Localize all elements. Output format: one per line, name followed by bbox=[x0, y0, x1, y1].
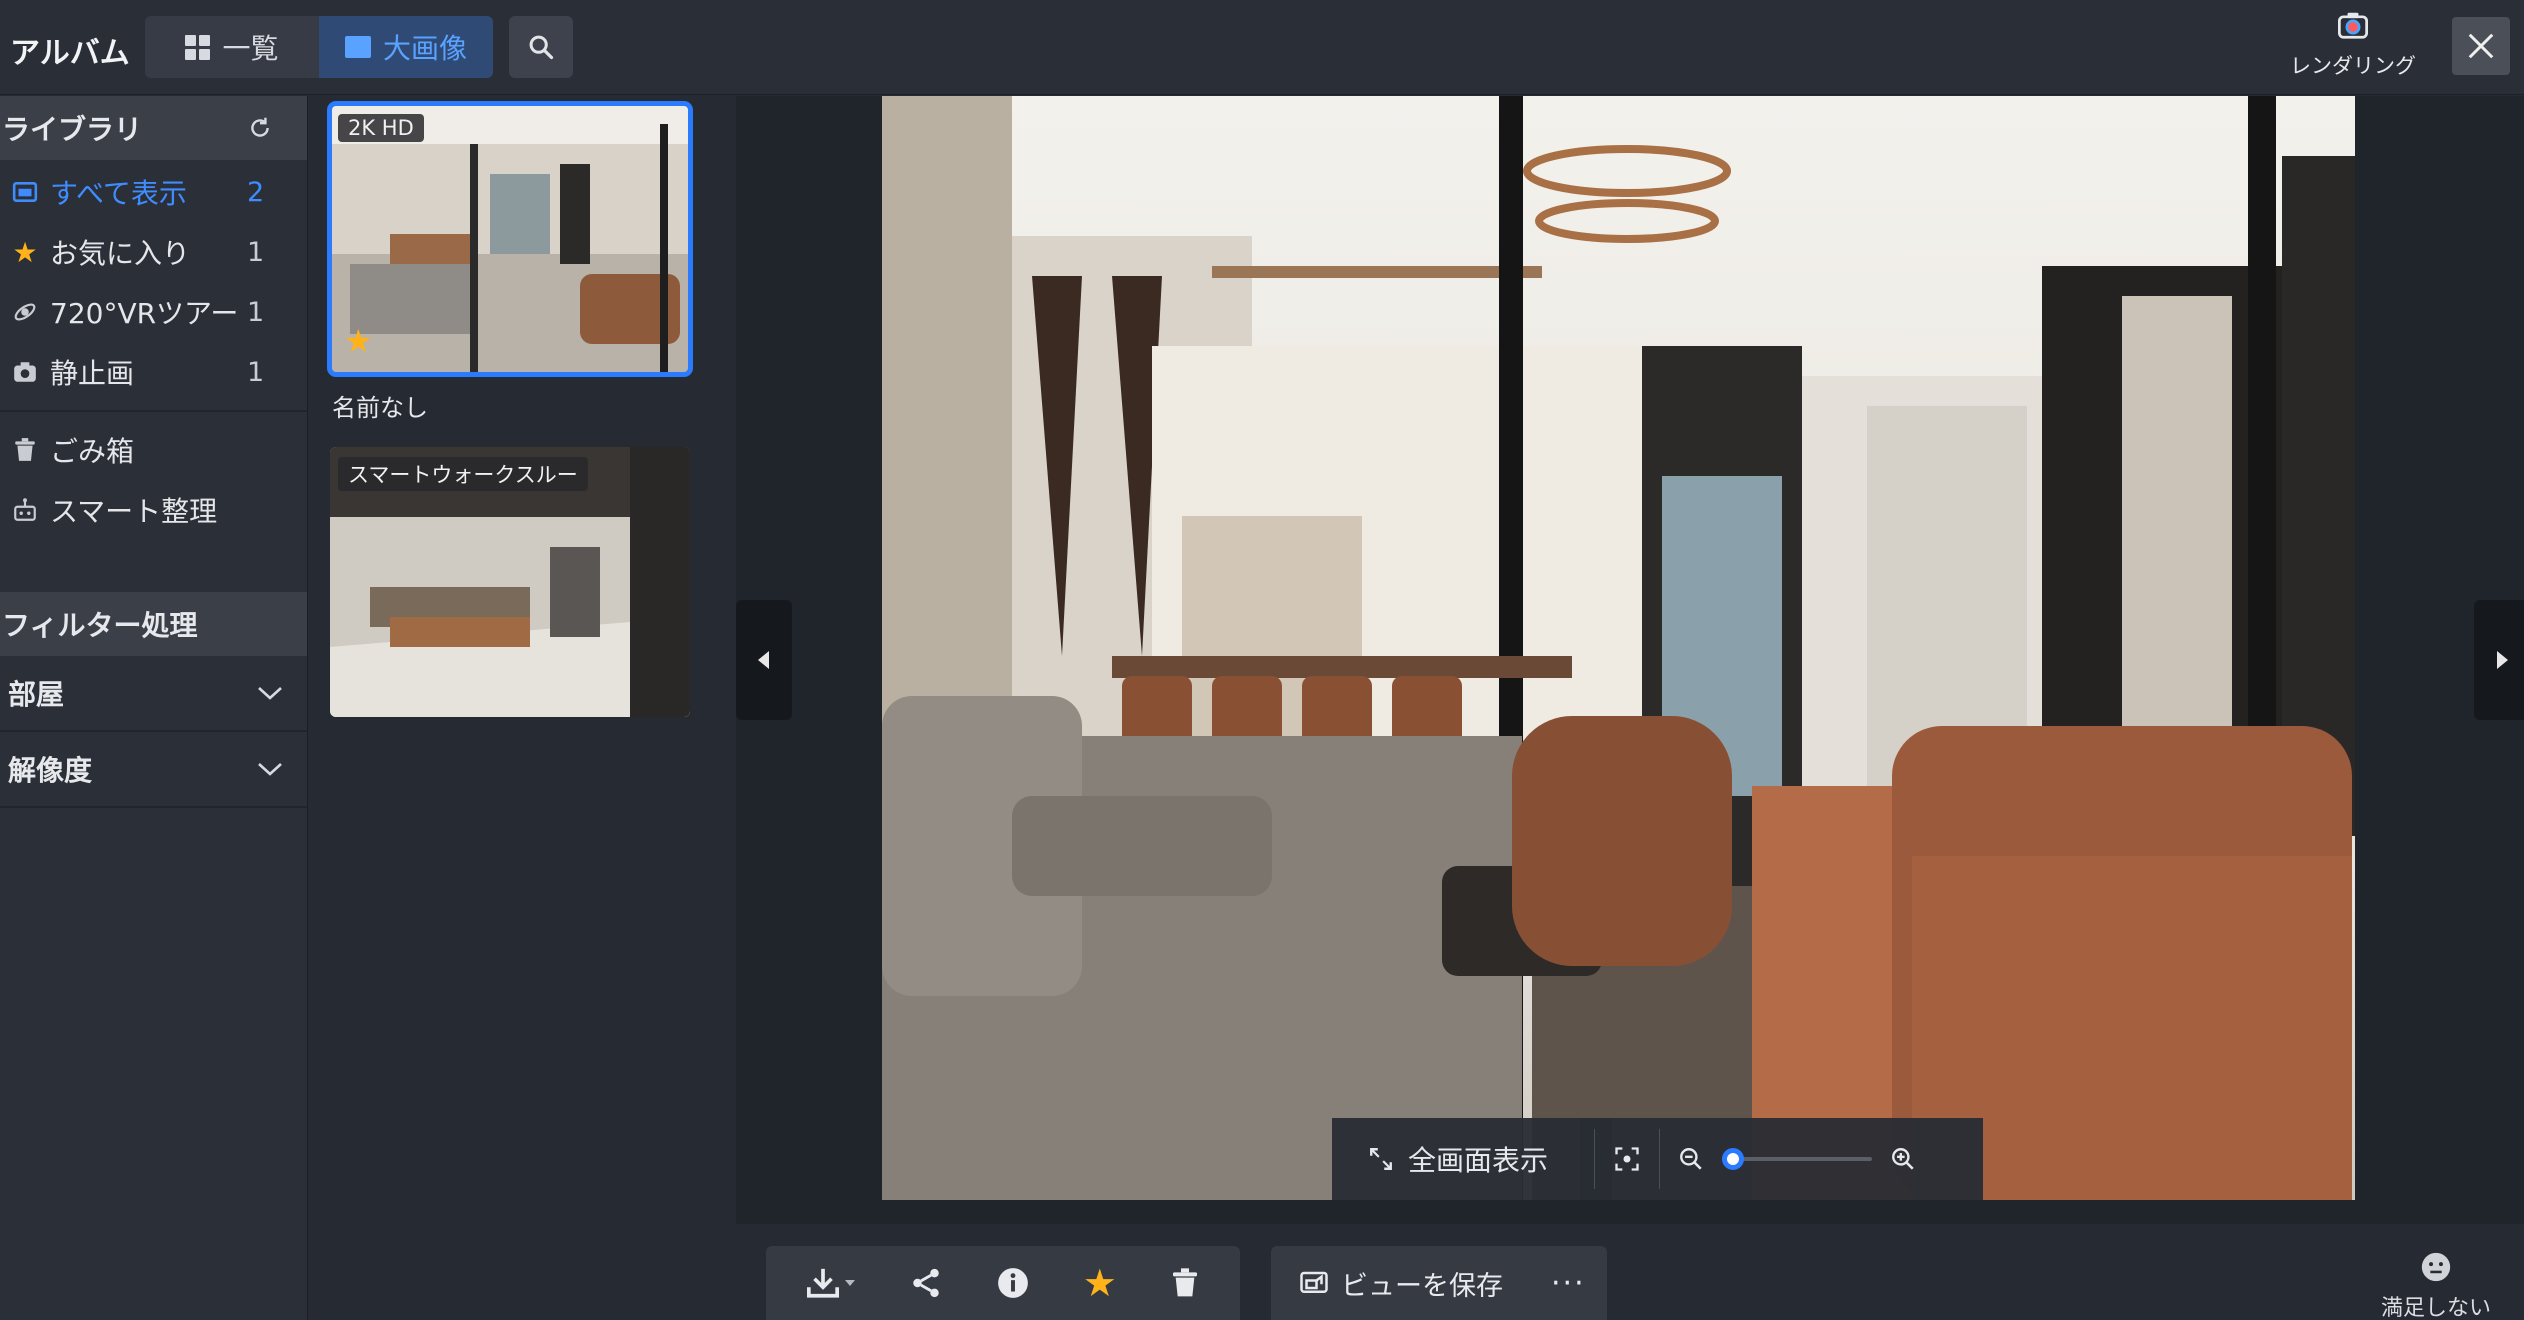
save-view-icon bbox=[1300, 1271, 1328, 1293]
filter-label: 部屋 bbox=[8, 678, 65, 711]
chevron-right-icon bbox=[2497, 651, 2508, 669]
more-options-button[interactable]: ··· bbox=[1551, 1266, 1586, 1301]
trash-icon[interactable] bbox=[1170, 1267, 1200, 1299]
download-button[interactable] bbox=[806, 1266, 856, 1300]
sidebar-divider bbox=[0, 410, 307, 412]
thumbnail-image bbox=[330, 104, 690, 374]
grid-icon bbox=[185, 34, 211, 60]
zoom-slider[interactable] bbox=[1722, 1148, 1872, 1170]
library-title: ライブラリ bbox=[2, 113, 143, 146]
zoom-out-icon[interactable] bbox=[1678, 1146, 1704, 1172]
sidebar-item-still[interactable]: 静止画 1 bbox=[0, 342, 307, 402]
share-icon[interactable] bbox=[909, 1266, 943, 1300]
view-list-label: 一覧 bbox=[222, 32, 279, 65]
close-button[interactable] bbox=[2452, 17, 2510, 75]
fullscreen-button[interactable]: 全画面表示 bbox=[1332, 1118, 1612, 1200]
chevron-down-icon bbox=[258, 687, 282, 700]
sidebar-item-label: 720°VRツアー bbox=[50, 297, 239, 330]
thumbnail-item[interactable]: 2K HD ★ bbox=[327, 101, 693, 377]
sidebar-item-count: 2 bbox=[247, 176, 265, 208]
chevron-left-icon bbox=[758, 651, 769, 669]
search-button[interactable] bbox=[509, 16, 573, 78]
filter-header: フィルター処理 bbox=[0, 592, 307, 656]
sidebar-item-favorites[interactable]: ★ お気に入り 1 bbox=[0, 222, 307, 282]
main-render-image[interactable] bbox=[882, 96, 2355, 1200]
next-image-button[interactable] bbox=[2474, 600, 2524, 720]
app-title: アルバム bbox=[10, 36, 130, 71]
save-view-bar: ビューを保存 ··· bbox=[1271, 1246, 1607, 1320]
thumbnail-badge: スマートウォークスルー bbox=[338, 457, 588, 491]
thumbnail-list: 2K HD ★ 名前なし スマートウォークスルー bbox=[327, 101, 693, 717]
view-toggle: 一覧 大画像 bbox=[145, 16, 493, 78]
camera-icon bbox=[2338, 12, 2368, 39]
star-icon: ★ bbox=[12, 235, 38, 269]
sidebar-item-label: スマート整理 bbox=[50, 495, 218, 528]
fullscreen-icon bbox=[1370, 1148, 1392, 1170]
sidebar-item-count: 1 bbox=[247, 236, 265, 268]
thumbnail-badge: 2K HD bbox=[338, 114, 424, 142]
sidebar-item-count: 1 bbox=[247, 296, 265, 328]
refresh-icon[interactable] bbox=[247, 115, 273, 141]
fullscreen-label: 全画面表示 bbox=[1408, 1144, 1549, 1177]
prev-image-button[interactable] bbox=[736, 600, 792, 720]
library-header: ライブラリ bbox=[0, 96, 307, 160]
filter-label: 解像度 bbox=[8, 754, 93, 787]
zoom-slider-handle[interactable] bbox=[1722, 1148, 1744, 1170]
filter-room[interactable]: 部屋 bbox=[0, 656, 307, 732]
view-large-button[interactable]: 大画像 bbox=[319, 16, 493, 78]
sidebar-item-all[interactable]: すべて表示 2 bbox=[0, 162, 307, 222]
save-view-button[interactable]: ビューを保存 bbox=[1341, 1264, 1503, 1303]
filter-resolution[interactable]: 解像度 bbox=[0, 732, 307, 808]
neutral-face-icon bbox=[2421, 1252, 2451, 1282]
feedback-label: 満足しない bbox=[2380, 1296, 2491, 1320]
sidebar-item-smart[interactable]: スマート整理 bbox=[0, 480, 307, 540]
top-bar: アルバム 一覧 大画像 レンダリング bbox=[0, 0, 2524, 95]
render-label: レンダリング bbox=[2290, 54, 2416, 78]
vr-tour-icon bbox=[10, 299, 40, 325]
sidebar-item-label: 静止画 bbox=[50, 357, 135, 390]
zoom-in-icon[interactable] bbox=[1890, 1146, 1916, 1172]
room-render-image bbox=[882, 96, 2355, 1200]
download-icon bbox=[807, 1268, 840, 1298]
sidebar-item-label: お気に入り bbox=[50, 237, 191, 270]
image-action-bar: ★ bbox=[766, 1246, 1240, 1320]
sidebar-item-label: すべて表示 bbox=[50, 177, 187, 210]
close-icon bbox=[2468, 33, 2494, 59]
favorite-star-icon: ★ bbox=[344, 322, 373, 360]
robot-icon bbox=[10, 497, 40, 523]
sidebar: ライブラリ すべて表示 2 ★ お気に入り 1 720°VRツアー 1 静止画 … bbox=[0, 96, 308, 1320]
sidebar-item-count: 1 bbox=[247, 356, 265, 388]
search-icon bbox=[529, 35, 554, 60]
feedback-button[interactable]: 満足しない bbox=[2376, 1250, 2496, 1320]
sidebar-item-label: ごみ箱 bbox=[50, 435, 135, 468]
caret-down-icon bbox=[845, 1280, 856, 1286]
view-large-label: 大画像 bbox=[382, 32, 467, 65]
fit-view-icon[interactable] bbox=[1613, 1145, 1641, 1173]
info-icon[interactable] bbox=[996, 1266, 1030, 1300]
view-list-button[interactable]: 一覧 bbox=[145, 16, 319, 78]
trash-icon bbox=[10, 437, 40, 463]
gallery-icon bbox=[10, 180, 40, 204]
chevron-down-icon bbox=[258, 763, 282, 776]
sidebar-item-vr-tour[interactable]: 720°VRツアー 1 bbox=[0, 282, 307, 342]
large-image-icon bbox=[344, 36, 371, 58]
thumbnail-name: 名前なし bbox=[332, 394, 428, 422]
sidebar-item-trash[interactable]: ごみ箱 bbox=[0, 420, 307, 480]
thumbnail-item[interactable]: スマートウォークスルー bbox=[330, 447, 690, 717]
camera-icon bbox=[10, 360, 40, 384]
favorite-star-icon[interactable]: ★ bbox=[1083, 1261, 1117, 1305]
zoom-controls bbox=[1580, 1118, 1983, 1200]
render-button[interactable]: レンダリング bbox=[2278, 10, 2428, 85]
